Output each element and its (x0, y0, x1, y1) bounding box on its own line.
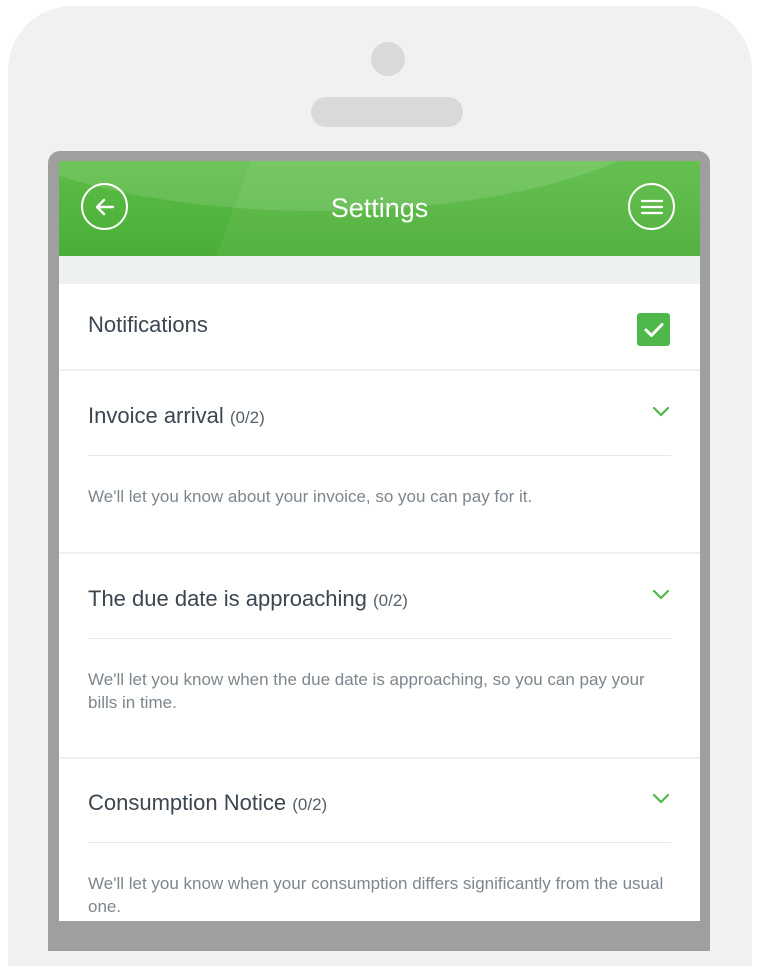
item-description: We'll let you know about your invoice, s… (88, 487, 533, 506)
chevron-down-icon[interactable] (649, 404, 673, 420)
divider (88, 638, 671, 639)
notifications-checkbox[interactable] (637, 313, 670, 346)
chevron-down-icon[interactable] (649, 587, 673, 603)
menu-button[interactable] (628, 183, 675, 230)
item-title-text: Invoice arrival (88, 403, 224, 428)
item-title[interactable]: The due date is approaching (0/2) (88, 586, 408, 612)
divider (88, 455, 671, 456)
app-screen: Settings Notifications Invoice arrival (… (59, 161, 700, 921)
item-title[interactable]: Consumption Notice (0/2) (88, 790, 327, 816)
item-title[interactable]: Invoice arrival (0/2) (88, 403, 265, 429)
page-title: Settings (330, 193, 429, 223)
item-title-text: Consumption Notice (88, 790, 287, 815)
notification-item-invoice-arrival: Invoice arrival (0/2) We'll let you know… (59, 371, 700, 552)
item-title-text: The due date is approaching (88, 586, 367, 611)
notification-item-due-date: The due date is approaching (0/2) We'll … (59, 554, 700, 757)
checkmark-icon (644, 322, 663, 337)
notification-item-consumption-notice: Consumption Notice (0/2) We'll let you k… (59, 759, 700, 921)
item-count: (0/2) (292, 795, 328, 814)
app-header: Settings (59, 161, 700, 256)
item-description: We'll let you know when your consumption… (88, 874, 664, 916)
arrow-left-icon (95, 198, 114, 215)
item-count: (0/2) (373, 591, 408, 610)
back-button[interactable] (81, 183, 128, 230)
notifications-label: Notifications (88, 312, 208, 337)
front-camera (371, 42, 405, 76)
menu-icon (640, 199, 663, 214)
divider (88, 842, 671, 843)
speaker-grille (311, 97, 463, 127)
item-count: (0/2) (229, 408, 265, 427)
item-description: We'll let you know when the due date is … (88, 670, 645, 712)
notifications-row[interactable]: Notifications (59, 284, 700, 369)
chevron-down-icon[interactable] (649, 791, 673, 807)
